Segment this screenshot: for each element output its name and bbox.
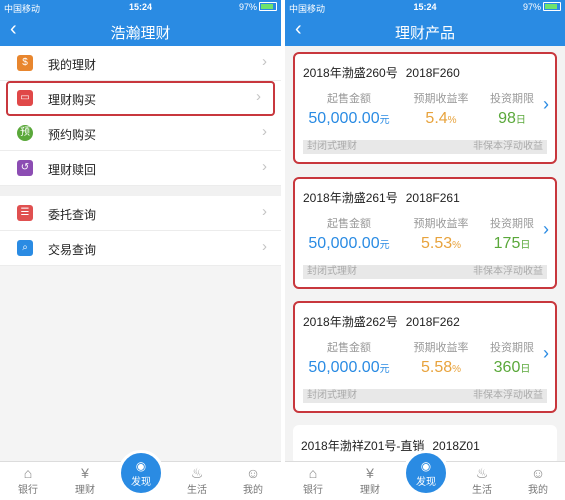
battery-icon <box>259 2 277 11</box>
product-code: 2018F260 <box>405 66 460 80</box>
menu-item-reserve[interactable]: 预 预约购买 › <box>0 116 281 151</box>
life-icon: ♨ <box>190 465 204 481</box>
menu-item-label: 理财购买 <box>48 93 97 107</box>
min-amount-value: 50,000.00 <box>308 110 380 127</box>
user-icon: ☺ <box>245 465 261 481</box>
product-type-tag: 封闭式理财 <box>307 390 357 401</box>
expected-rate-value: 5.4 <box>425 110 448 127</box>
product-card[interactable]: 2018年渤盛261号 2018F261 起售金额 50,000.00元 预期收益率… <box>293 177 557 289</box>
tab-life[interactable]: ♨ 生活 <box>462 465 502 496</box>
product-name: 2018年渤盛260号 <box>303 66 398 80</box>
product-risk-tag: 非保本浮动收益 <box>473 266 543 277</box>
tab-discover[interactable]: ◉ 发现 <box>118 450 164 496</box>
menu-item-purchase[interactable]: ▭ 理财购买 › <box>6 81 275 116</box>
status-bar: 中国移动 15:24 97% <box>0 0 281 14</box>
reserve-icon: 预 <box>17 125 33 141</box>
search-transaction-icon: ⌕ <box>17 240 33 256</box>
page-title: 理财产品 <box>394 25 455 42</box>
tab-mine[interactable]: ☺ 我的 <box>233 465 273 496</box>
finance-icon: ¥ <box>366 465 374 481</box>
battery-percent: 97% <box>522 2 541 12</box>
product-type-tag: 封闭式理财 <box>307 141 357 152</box>
page-title: 浩瀚理财 <box>110 25 171 42</box>
finance-icon: ¥ <box>81 465 89 481</box>
nav-bar: ‹ 浩瀚理财 <box>0 14 281 46</box>
expected-rate-value: 5.53 <box>420 235 453 252</box>
life-icon: ♨ <box>475 465 489 481</box>
min-amount-value: 50,000.00 <box>308 235 380 252</box>
tab-bank[interactable]: ⌂ 银行 <box>8 465 48 496</box>
clipboard-icon: ☰ <box>17 205 33 221</box>
chevron-right-icon: › <box>543 343 549 363</box>
chevron-right-icon: › <box>256 88 261 105</box>
product-code: 2018Z01 <box>432 439 480 453</box>
menu-item-entrust-query[interactable]: ☰ 委托查询 › <box>0 196 281 231</box>
min-amount-label: 起售金额 <box>327 342 371 354</box>
battery-icon <box>543 2 561 11</box>
status-bar: 中国移动 15:24 97% <box>285 0 565 14</box>
product-name: 2018年渤祥Z01号-直销 <box>301 439 425 453</box>
period-label: 投资期限 <box>490 342 534 354</box>
menu-item-transaction-query[interactable]: ⌕ 交易查询 › <box>0 231 281 266</box>
money-bag-icon: $ <box>17 55 33 71</box>
period-value: 175 <box>493 235 521 252</box>
tab-life[interactable]: ♨ 生活 <box>177 465 217 496</box>
menu-item-label: 委托查询 <box>48 208 97 222</box>
min-amount-value: 50,000.00 <box>308 359 380 376</box>
menu-item-my-finance[interactable]: $ 我的理财 › <box>0 46 281 81</box>
user-icon: ☺ <box>530 465 546 481</box>
right-screen: 中国移动 15:24 97% ‹ 理财产品 2018年渤盛260号 2018F26… <box>285 0 565 500</box>
product-type-tag: 封闭式理财 <box>307 266 357 277</box>
eye-icon: ◉ <box>420 459 432 473</box>
product-card[interactable]: 2018年渤盛260号 2018F260 起售金额 50,000.00元 预期收益率… <box>293 52 557 164</box>
bank-icon: ⌂ <box>23 465 33 481</box>
period-value: 98 <box>498 110 516 127</box>
tab-finance[interactable]: ¥ 理财 <box>65 465 105 496</box>
expected-rate-label: 预期收益率 <box>413 218 469 230</box>
min-amount-label: 起售金额 <box>327 93 371 105</box>
left-screen: 中国移动 15:24 97% ‹ 浩瀚理财 $ 我的理财 › ▭ 理财购买 › … <box>0 0 281 500</box>
tab-mine[interactable]: ☺ 我的 <box>518 465 558 496</box>
chevron-right-icon: › <box>262 158 267 175</box>
menu-item-redeem[interactable]: ↺ 理财赎回 › <box>0 151 281 186</box>
expected-rate-label: 预期收益率 <box>413 342 469 354</box>
redeem-icon: ↺ <box>17 160 33 176</box>
battery-percent: 97% <box>238 2 257 12</box>
product-name: 2018年渤盛262号 <box>303 315 398 329</box>
chevron-right-icon: › <box>262 123 267 140</box>
chevron-right-icon: › <box>543 94 549 114</box>
chevron-right-icon: › <box>543 219 549 239</box>
tab-finance[interactable]: ¥ 理财 <box>350 465 390 496</box>
expected-rate-value: 5.58 <box>420 359 453 376</box>
bank-icon: ⌂ <box>308 465 318 481</box>
min-amount-label: 起售金额 <box>327 218 371 230</box>
tab-bar: ⌂ 银行 ¥ 理财 ◉ 发现 ♨ 生活 ☺ 我的 <box>285 450 565 500</box>
tab-bank[interactable]: ⌂ 银行 <box>293 465 333 496</box>
nav-bar: ‹ 理财产品 <box>285 14 565 46</box>
product-card[interactable]: 2018年渤盛262号 2018F262 起售金额 50,000.00元 预期收益率… <box>293 301 557 413</box>
tab-discover[interactable]: ◉ 发现 <box>403 450 449 496</box>
chevron-right-icon: › <box>262 203 267 220</box>
eye-icon: ◉ <box>135 459 147 473</box>
wallet-icon: ▭ <box>17 90 33 106</box>
menu-item-label: 交易查询 <box>48 243 97 257</box>
expected-rate-label: 预期收益率 <box>413 93 469 105</box>
chevron-right-icon: › <box>262 238 267 255</box>
section-divider <box>0 186 281 196</box>
period-label: 投资期限 <box>490 218 534 230</box>
product-risk-tag: 非保本浮动收益 <box>473 390 543 401</box>
period-value: 360 <box>493 359 521 376</box>
product-name: 2018年渤盛261号 <box>303 191 398 205</box>
menu-item-label: 预约购买 <box>48 128 97 142</box>
product-risk-tag: 非保本浮动收益 <box>473 141 543 152</box>
tab-bar: ⌂ 银行 ¥ 理财 ◉ 发现 ♨ 生活 ☺ 我的 <box>0 450 281 500</box>
menu-item-label: 我的理财 <box>48 58 97 72</box>
product-code: 2018F261 <box>405 191 460 205</box>
chevron-right-icon: › <box>262 53 267 70</box>
product-code: 2018F262 <box>405 315 460 329</box>
period-label: 投资期限 <box>490 93 534 105</box>
menu-item-label: 理财赎回 <box>48 163 97 177</box>
